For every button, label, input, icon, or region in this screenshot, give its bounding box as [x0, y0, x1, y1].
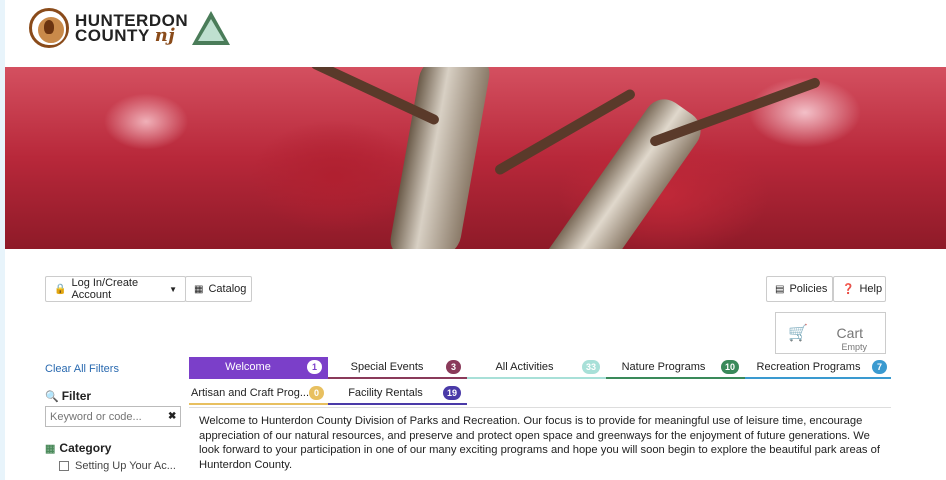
question-circle-icon: ❓ — [842, 283, 855, 295]
cart-button[interactable]: 🛒 Cart Empty — [775, 312, 886, 354]
banner-trunk — [521, 91, 709, 249]
category-item[interactable]: Setting Up Your Ac... — [59, 460, 176, 472]
tab-count-badge: 1 — [307, 360, 322, 374]
cart-icon: 🛒 — [788, 325, 808, 342]
clear-input-icon[interactable]: ✖ — [168, 411, 176, 422]
tab-count-badge: 10 — [720, 360, 739, 374]
tab-recreation-programs[interactable]: Recreation Programs 7 — [745, 357, 891, 379]
tab-all-activities[interactable]: All Activities 33 — [467, 357, 606, 379]
tab-nature-programs[interactable]: Nature Programs 10 — [606, 357, 745, 379]
policies-label: Policies — [789, 283, 828, 295]
tab-facility-rentals[interactable]: Facility Rentals 19 — [328, 383, 467, 405]
category-checkbox[interactable] — [59, 461, 69, 471]
mountain-triangle-icon — [192, 11, 231, 45]
tab-count-badge: 0 — [309, 386, 324, 400]
catalog-label: Catalog — [208, 283, 247, 295]
logo-wordmark: HUNTERDON COUNTY nj — [75, 12, 188, 46]
grid-icon: ▦ — [45, 443, 56, 455]
caret-down-icon: ▼ — [169, 284, 177, 294]
search-icon: 🔍 — [45, 391, 59, 403]
tab-count-badge: 19 — [442, 386, 461, 400]
welcome-description: Welcome to Hunterdon County Division of … — [199, 415, 880, 471]
header: HUNTERDON COUNTY nj — [5, 0, 946, 67]
tab-artisan-craft[interactable]: Artisan and Craft Prog... 0 — [189, 383, 328, 405]
filter-heading: 🔍 Filter — [45, 389, 92, 403]
help-button[interactable]: ❓ Help — [833, 276, 886, 302]
document-icon: ▤ — [775, 283, 785, 295]
cart-label: Cart — [836, 325, 863, 341]
login-dropdown-button[interactable]: 🔒 Log In/Create Account ▼ — [45, 276, 186, 302]
county-seal-icon — [29, 8, 69, 48]
hero-banner-image — [5, 67, 946, 249]
tab-welcome[interactable]: Welcome 1 — [189, 357, 328, 379]
category-heading: ▦ Category — [45, 441, 112, 455]
banner-trunk — [387, 67, 493, 249]
page: HUNTERDON COUNTY nj 🔒 Log In/Create Acco… — [5, 0, 946, 480]
grid-icon: ▦ — [194, 283, 204, 295]
logo-script: nj — [154, 25, 176, 46]
logo-line2: COUNTY nj — [75, 25, 176, 46]
content-divider — [189, 407, 891, 408]
keyword-search-input[interactable] — [45, 406, 181, 427]
cart-status: Empty — [841, 342, 867, 352]
policies-button[interactable]: ▤ Policies — [766, 276, 833, 302]
category-item-label: Setting Up Your Ac... — [75, 460, 176, 472]
catalog-button[interactable]: ▦ Catalog — [185, 276, 252, 302]
tab-special-events[interactable]: Special Events 3 — [328, 357, 467, 379]
login-label: Log In/Create Account — [71, 277, 139, 301]
clear-all-filters-link[interactable]: Clear All Filters — [45, 363, 119, 375]
tab-count-badge: 7 — [872, 360, 887, 374]
county-logo[interactable]: HUNTERDON COUNTY nj — [29, 8, 231, 48]
tab-count-badge: 33 — [581, 360, 600, 374]
lock-icon: 🔒 — [54, 283, 67, 295]
tab-count-badge: 3 — [446, 360, 461, 374]
help-label: Help — [859, 283, 883, 295]
